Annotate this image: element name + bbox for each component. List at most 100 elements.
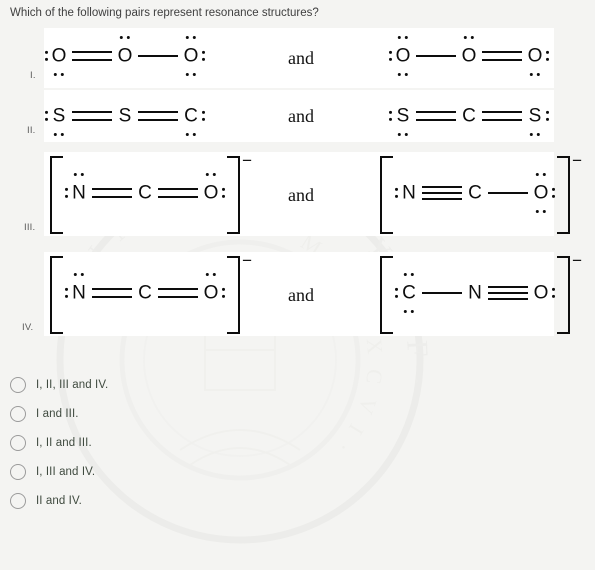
lewis-structure: OOO [45,33,205,79]
atom-c: C [462,170,488,216]
bracket-left [50,256,63,334]
atom-c: C [395,270,422,316]
atom-symbol: N [72,282,86,304]
structure-left: OOO [45,33,205,84]
atom-symbol: O [533,282,549,304]
radio-button[interactable] [10,376,26,393]
lone-pair-bottom [403,309,415,313]
lewis-structure: NCO [65,270,225,316]
answer-option[interactable]: I and III. [10,399,108,428]
atom-o: O [112,33,138,79]
lone-pair-top [463,36,475,40]
lone-pair-bottom [53,72,65,76]
atom-o: O [522,33,549,79]
triple-bond [422,170,462,216]
bracket-left [380,156,393,234]
formal-charge: − [242,251,252,270]
conjunction-and: and [288,185,314,205]
lewis-structure: SCS [389,93,549,139]
lone-pair-left [389,50,393,62]
lone-pair-left [45,110,49,122]
double-bond [482,93,522,139]
atom-symbol: O [395,45,411,67]
answer-options-list: I, II, III and IV. I and III. I, II and II… [10,370,108,515]
radio-button[interactable] [10,434,26,451]
lone-pair-bottom [397,72,409,76]
atom-n: N [462,270,488,316]
conjunction-and: and [288,48,314,68]
bracketed-ion: N C O − [50,152,252,234]
lone-pair-bottom [397,132,409,136]
atom-c: C [132,170,158,216]
lone-pair-top [73,173,85,177]
atom-symbol: N [72,182,86,204]
bracketed-ion: N C O − [380,152,582,234]
atom-symbol: O [203,182,219,204]
lone-pair-bottom [529,72,541,76]
structure-right: OOO [389,33,549,84]
lewis-structure: OOO [389,33,549,79]
lone-pair-right [221,187,225,199]
structure-right: N C O − [380,152,582,234]
question-stem: Which of the following pairs represent r… [10,7,319,19]
atom-o: O [45,33,72,79]
double-bond [72,33,112,79]
lone-pair-left [395,187,399,199]
lone-pair-left [389,110,393,122]
atom-n: N [65,170,92,216]
atom-c: C [132,270,158,316]
bracket-right [557,256,570,334]
radio-button[interactable] [10,492,26,509]
atom-symbol: C [138,182,152,204]
double-bond [92,270,132,316]
answer-option[interactable]: I, III and IV. [10,457,108,486]
bracketed-ion: N C O − [50,252,252,334]
radio-button[interactable] [10,405,26,422]
lone-pair-top [185,36,197,40]
double-bond [158,270,198,316]
atom-symbol: S [528,105,542,127]
atom-symbol: S [396,105,410,127]
answer-option[interactable]: I, II, III and IV. [10,370,108,399]
lone-pair-top [205,273,217,277]
bracket-right [557,156,570,234]
bracketed-ion: C N O − [380,252,582,334]
atom-symbol: O [461,45,477,67]
answer-option-label: I, II and III. [36,436,92,449]
bracket-left [380,256,393,334]
single-bond [416,33,456,79]
atom-symbol: O [533,182,549,204]
atom-symbol: O [183,45,199,67]
lone-pair-right [201,50,205,62]
structure-left: N C O − [50,152,252,234]
lewis-structure: NCO [65,170,225,216]
lone-pair-right [221,287,225,299]
lone-pair-top [397,36,409,40]
atom-symbol: O [203,282,219,304]
atom-c: C [456,93,482,139]
lone-pair-right [545,110,549,122]
formal-charge: − [572,151,582,170]
single-bond [488,170,528,216]
atom-c: C [178,93,205,139]
atom-o: O [528,170,555,216]
radio-button[interactable] [10,463,26,480]
lone-pair-left [395,287,399,299]
structure-left: N C O − [50,252,252,334]
lone-pair-right [201,110,205,122]
structure-left: SSC [45,93,205,144]
row-numeral: III. [24,222,36,233]
lone-pair-top [403,273,415,277]
single-bond [138,33,178,79]
answer-option[interactable]: II and IV. [10,486,108,515]
lone-pair-left [65,187,69,199]
atom-symbol: C [184,105,198,127]
lone-pair-right [551,287,555,299]
atom-symbol: C [462,105,476,127]
atom-symbol: O [117,45,133,67]
answer-option[interactable]: I, II and III. [10,428,108,457]
atom-symbol: N [468,282,482,304]
atom-s: S [389,93,416,139]
formal-charge: − [242,151,252,170]
triple-bond [488,270,528,316]
